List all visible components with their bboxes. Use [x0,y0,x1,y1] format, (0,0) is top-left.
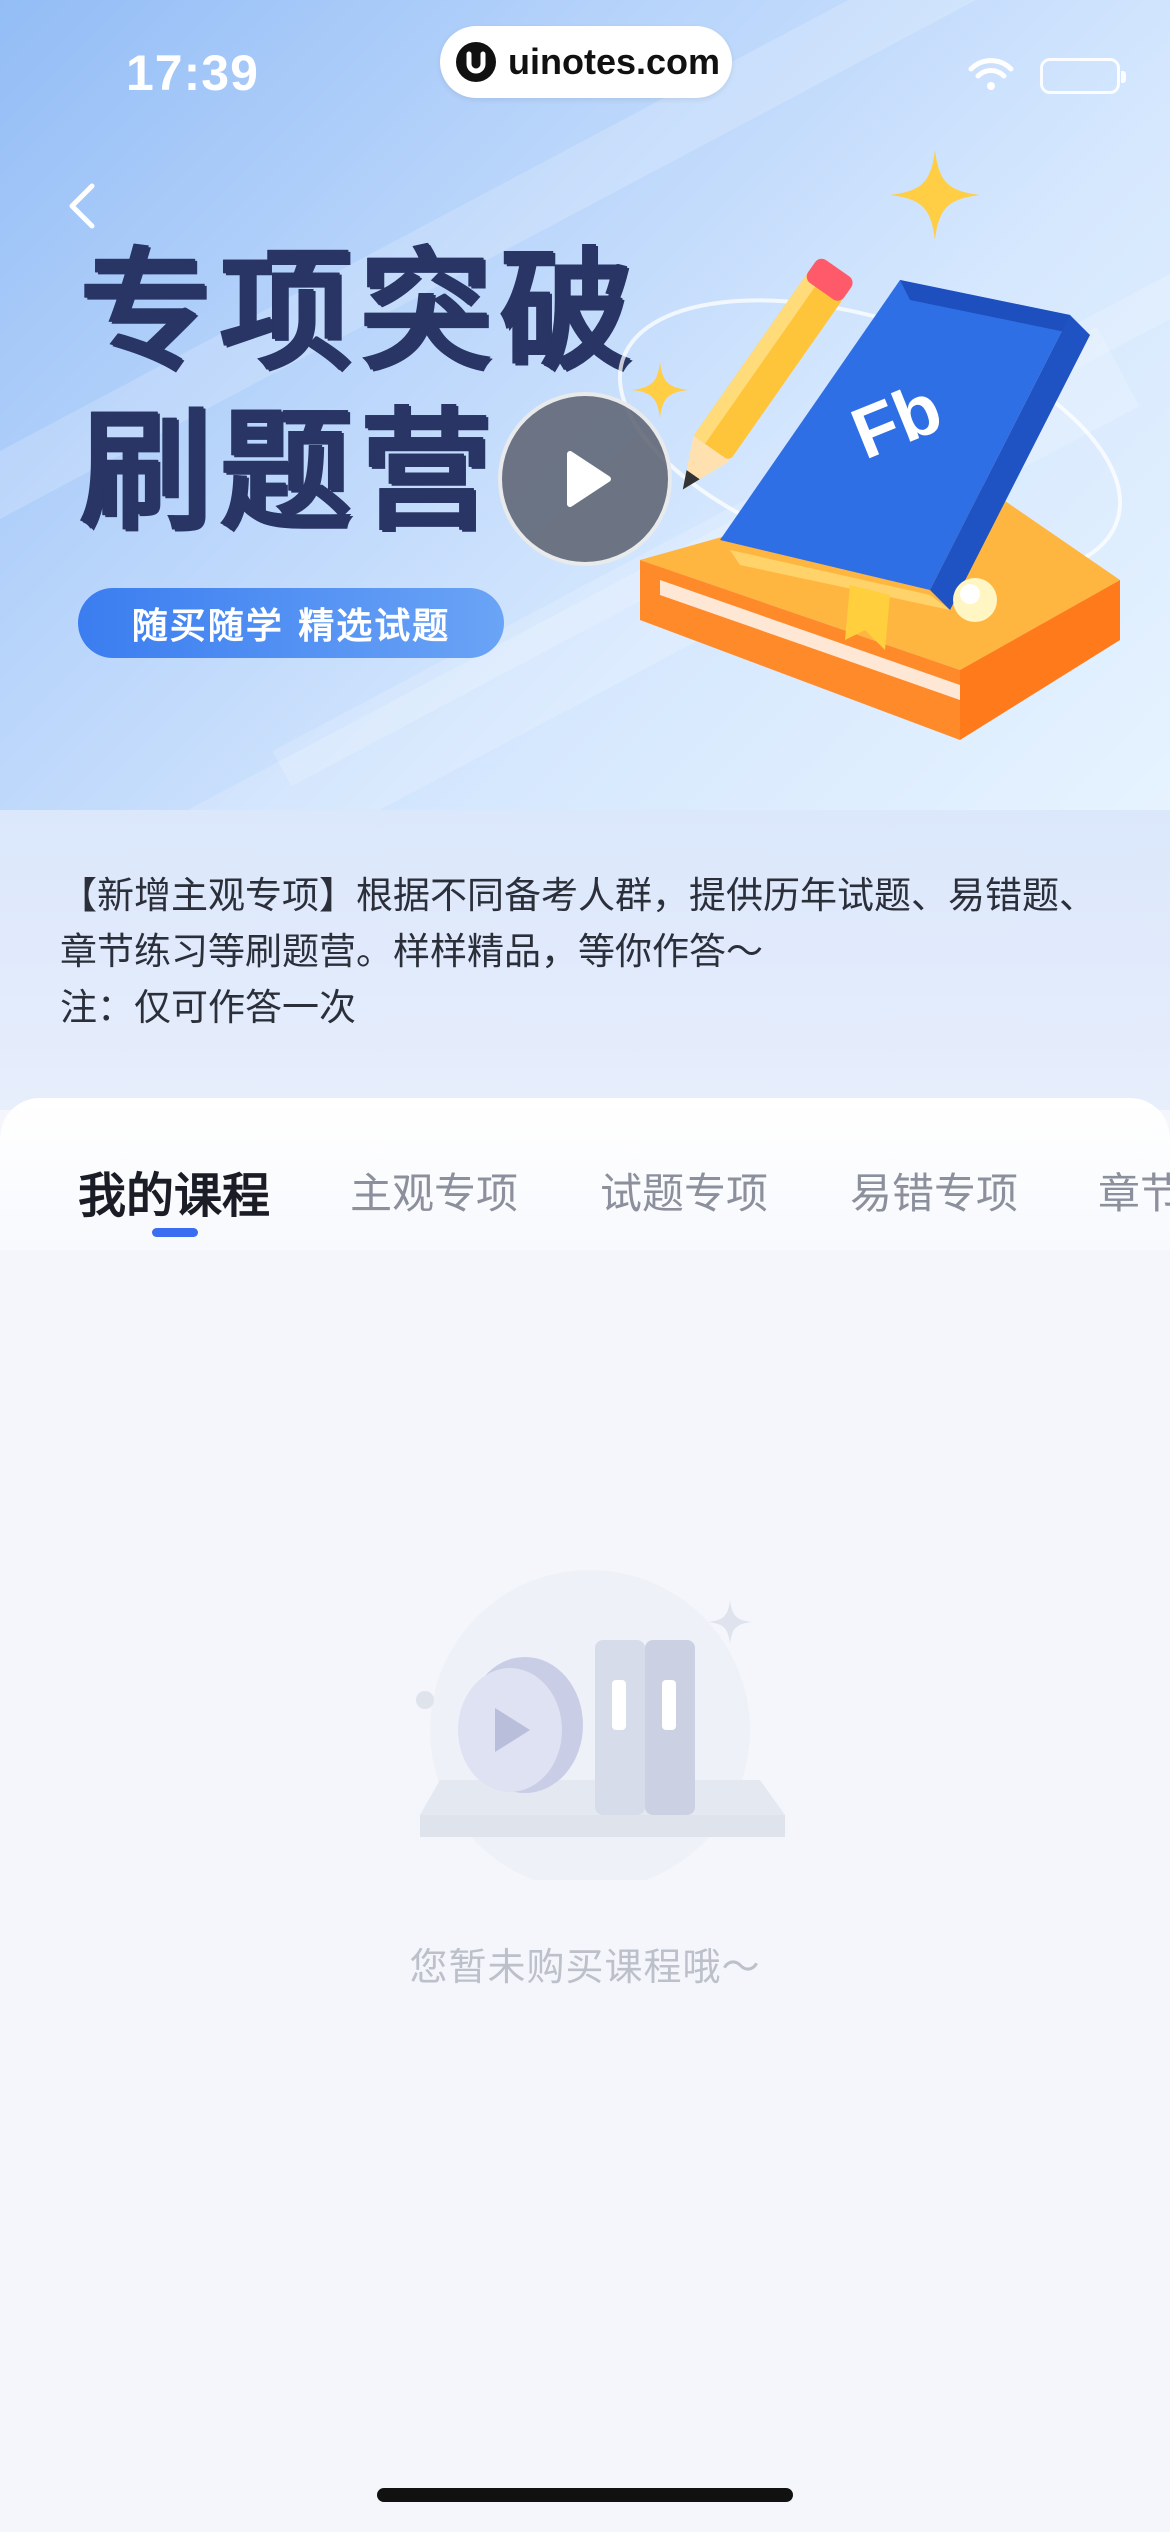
sparkle-small-icon [632,362,688,418]
description-note: 注：仅可作答一次 [60,986,356,1029]
tab-exam-questions[interactable]: 试题专项 [600,1160,768,1221]
watermark-text: uinotes.com [508,41,721,82]
status-time: 17:39 [126,45,259,101]
tab-error-prone[interactable]: 易错专项 [850,1160,1018,1221]
status-icons [968,56,1126,96]
play-icon [567,451,611,507]
watermark-logo-icon [456,42,496,82]
course-banner: 17:39 uinotes.com 专项突破 刷题营 随买随学 精选试题 Fb [0,0,1170,810]
description-text: 【新增主观专项】根据不同备考人群，提供历年试题、易错题、章节练习等刷题营。样样精… [60,874,1096,973]
page: 17:39 uinotes.com 专项突破 刷题营 随买随学 精选试题 Fb … [0,0,1170,2532]
tab-chapters[interactable]: 章节 [1098,1160,1170,1221]
empty-state-text: 您暂未购买课程哦～ [409,1945,761,1989]
active-tab-indicator [152,1228,198,1237]
tab-my-courses[interactable]: 我的课程 [78,1156,270,1226]
course-description: 【新增主观专项】根据不同备考人群，提供历年试题、易错题、章节练习等刷题营。样样精… [60,868,1120,1036]
battery-icon [1040,58,1126,94]
banner-tag: 随买随学 精选试题 [78,588,504,658]
home-indicator [377,2488,793,2502]
sparkle-icon [890,150,980,240]
empty-state-illustration [416,1570,785,1880]
video-play-button[interactable] [498,392,672,566]
wifi-icon [968,56,1014,96]
back-arrow-icon[interactable] [56,176,116,236]
banner-title-line1: 专项突破 [80,235,640,389]
book-illustration: Fb [617,258,1123,740]
watermark-badge: uinotes.com [440,26,732,98]
tab-subjective[interactable]: 主观专项 [350,1160,518,1221]
